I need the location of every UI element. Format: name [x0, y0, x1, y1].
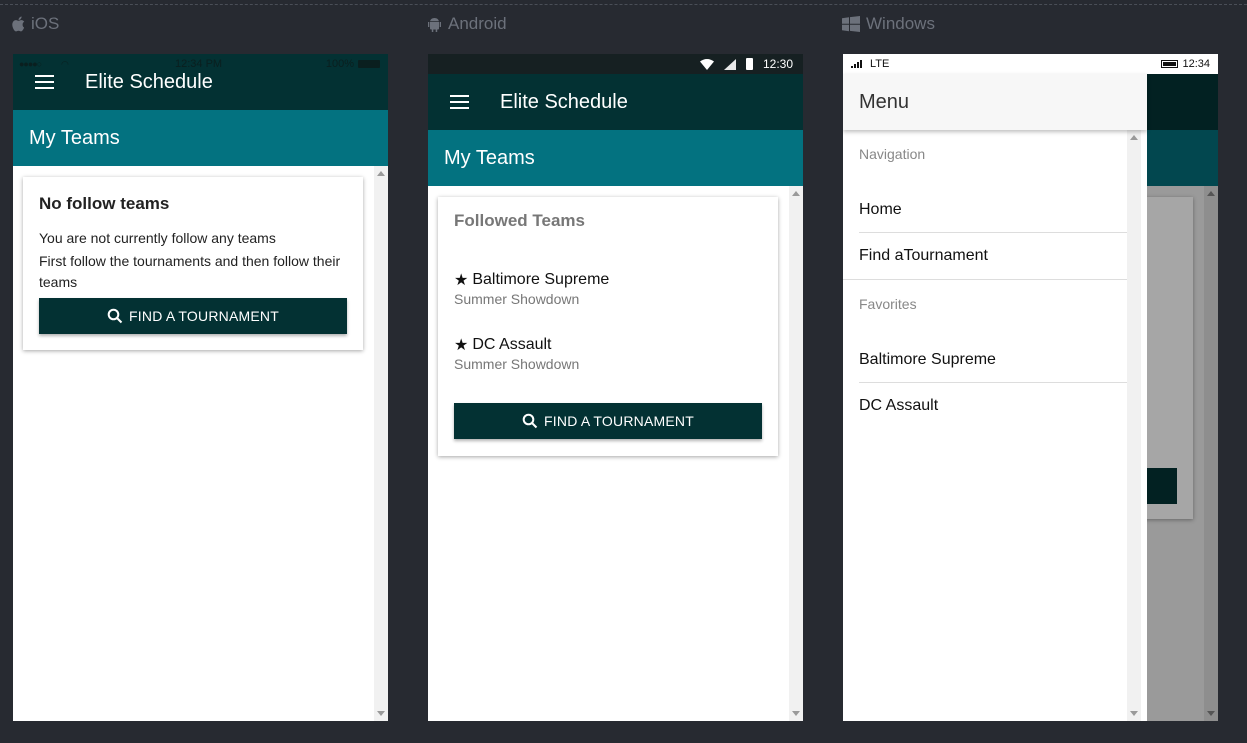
empty-line-2: First follow the tournaments and then fo… — [39, 253, 341, 290]
scroll-up-arrow[interactable] — [1130, 135, 1138, 140]
ios-time: 12:34 PM — [175, 58, 223, 70]
underlay-scroll-down-arrow — [1207, 711, 1215, 716]
menu-drawer: Menu Navigation Home Find aTournament Fa… — [843, 74, 1147, 721]
windows-label-text: Windows — [866, 14, 935, 33]
signal-icon — [851, 60, 862, 68]
team-name: Baltimore Supreme — [472, 271, 610, 288]
windows-time: 12:34 — [1182, 58, 1210, 70]
top-divider — [0, 4, 1247, 5]
android-nav-bar: Elite Schedule — [428, 74, 803, 130]
empty-title: No follow teams — [39, 194, 170, 213]
find-tournament-label: FIND A TOURNAMENT — [544, 413, 694, 429]
menu-item-home[interactable]: Home — [859, 187, 1132, 233]
battery-icon — [1161, 60, 1178, 68]
search-icon — [522, 413, 538, 429]
fav-section-header: Favorites — [859, 296, 917, 312]
signal-icon — [723, 58, 736, 70]
ios-battery-text: 100% — [325, 58, 354, 70]
star-icon: ★ — [454, 272, 469, 289]
menu-button[interactable] — [35, 75, 54, 89]
menu-item-find-tournament[interactable]: Find aTournament — [859, 233, 1132, 279]
find-tournament-label: FIND A TOURNAMENT — [129, 308, 279, 324]
hamburger-icon — [450, 95, 469, 109]
wifi-icon: ◠ — [61, 58, 69, 69]
ios-signal: ●●●●○ — [19, 59, 42, 69]
scroll-down-arrow[interactable] — [1130, 711, 1138, 716]
windows-status-bar: LTE 12:34 — [843, 54, 1218, 74]
page-title: My Teams — [428, 130, 803, 186]
menu-item-baltimore-supreme[interactable]: Baltimore Supreme — [859, 337, 1132, 383]
team-name: DC Assault — [472, 336, 552, 353]
scrollbar[interactable] — [789, 186, 803, 721]
team-tournament: Summer Showdown — [454, 291, 580, 307]
menu-divider — [843, 279, 1132, 280]
menu-title: Menu — [843, 74, 1147, 130]
followed-title: Followed Teams — [454, 211, 585, 230]
battery-icon — [358, 60, 380, 68]
windows-icon — [842, 16, 860, 32]
drawer-scrollbar[interactable] — [1127, 130, 1141, 721]
empty-line-1: You are not currently follow any teams — [39, 230, 276, 246]
team-item-1[interactable]: ★ DC Assault Summer Showdown — [454, 335, 579, 372]
team-item-0[interactable]: ★ Baltimore Supreme Summer Showdown — [454, 270, 609, 307]
find-tournament-button[interactable]: FIND A TOURNAMENT — [454, 403, 762, 439]
scroll-down-arrow[interactable] — [377, 711, 385, 716]
underlay-scroll-up-arrow — [1207, 191, 1215, 196]
ios-label: iOS — [12, 14, 59, 34]
windows-label: Windows — [842, 14, 935, 34]
scrollbar[interactable] — [374, 166, 388, 721]
android-status-bar: 12:30 — [428, 54, 803, 74]
scroll-up-arrow[interactable] — [792, 191, 800, 196]
ios-label-text: iOS — [31, 14, 60, 33]
page-title: My Teams — [13, 110, 388, 166]
android-icon — [428, 18, 441, 32]
windows-phone: LTE 12:34 Menu Navigation Home Find aTou… — [843, 54, 1218, 721]
wifi-icon — [699, 58, 714, 70]
android-label: Android — [427, 14, 507, 34]
battery-icon — [745, 58, 753, 70]
nav-section-header: Navigation — [859, 146, 926, 162]
find-tournament-button[interactable]: FIND A TOURNAMENT — [39, 298, 347, 334]
app-title: Elite Schedule — [500, 90, 628, 113]
empty-state-card: No follow teams You are not currently fo… — [23, 177, 363, 350]
scroll-down-arrow[interactable] — [792, 711, 800, 716]
search-icon — [107, 308, 123, 324]
star-icon: ★ — [454, 337, 469, 354]
menu-button[interactable] — [450, 95, 469, 109]
android-phone: 12:30 Elite Schedule My Teams Followed T… — [428, 54, 803, 721]
android-label-text: Android — [448, 14, 507, 33]
team-tournament: Summer Showdown — [454, 356, 580, 372]
network-type: LTE — [870, 58, 890, 70]
menu-item-dc-assault[interactable]: DC Assault — [859, 383, 1132, 429]
app-title: Elite Schedule — [85, 71, 213, 93]
ios-phone: ●●●●○ ◠ 12:34 PM 100% Elite Schedule My … — [13, 54, 388, 721]
hamburger-icon — [35, 75, 54, 89]
android-time: 12:30 — [762, 57, 793, 71]
underlay-scrollbar — [1204, 186, 1218, 721]
followed-teams-card: Followed Teams ★ Baltimore Supreme Summer… — [438, 197, 778, 456]
apple-icon — [12, 16, 25, 32]
scroll-up-arrow[interactable] — [377, 171, 385, 176]
